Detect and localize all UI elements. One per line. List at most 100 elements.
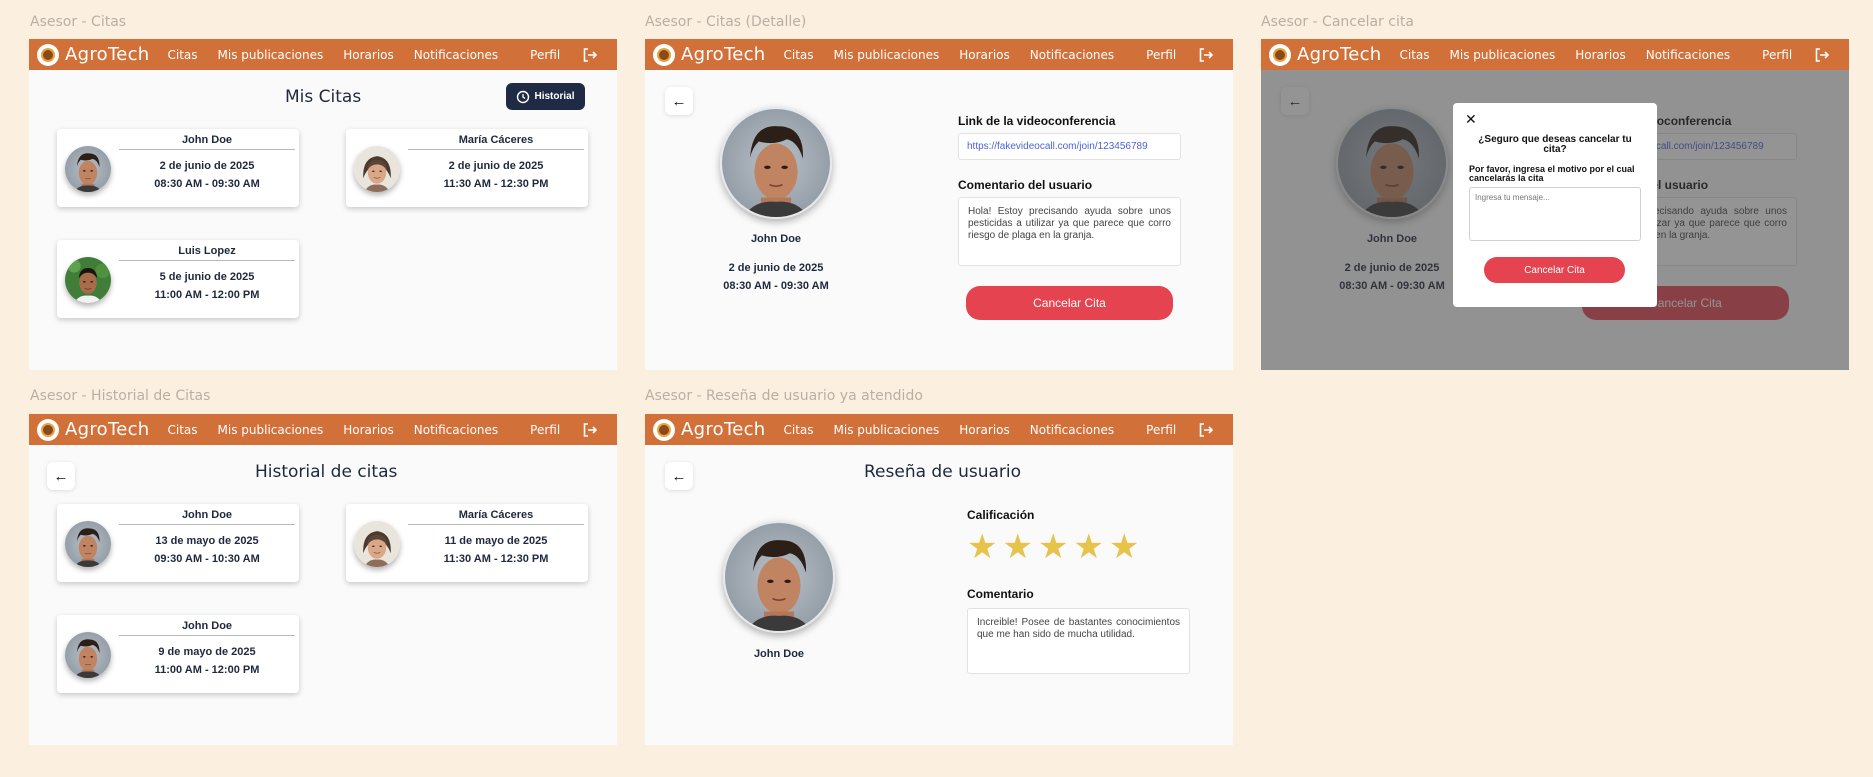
card-time: 11:00 AM - 12:00 PM	[154, 289, 260, 301]
avatar	[354, 146, 400, 192]
user-avatar	[720, 107, 832, 219]
cancel-modal: ✕ ¿Seguro que deseas cancelar tu cita? P…	[1453, 103, 1657, 307]
card-date: 9 de mayo de 2025	[158, 646, 256, 658]
star-icon: ★	[1108, 528, 1140, 566]
appointment-card[interactable]: John Doe 2 de junio de 2025 08:30 AM - 0…	[57, 129, 299, 207]
nav-mis-publicaciones[interactable]: Mis publicaciones	[218, 48, 324, 62]
nav-mis-publicaciones[interactable]: Mis publicaciones	[834, 48, 940, 62]
brand-name: AgroTech	[65, 419, 150, 440]
nav-mis-publicaciones[interactable]: Mis publicaciones	[834, 423, 940, 437]
nav-mis-publicaciones[interactable]: Mis publicaciones	[218, 423, 324, 437]
logout-icon[interactable]	[582, 47, 598, 63]
history-card[interactable]: John Doe 9 de mayo de 2025 11:00 AM - 12…	[57, 615, 299, 693]
nav-perfil[interactable]: Perfil	[530, 48, 560, 62]
nav-citas[interactable]: Citas	[167, 423, 197, 437]
videocall-link[interactable]: https://fakevideocall.com/join/123456789	[958, 133, 1181, 160]
nav-citas[interactable]: Citas	[783, 48, 813, 62]
close-icon[interactable]: ✕	[1465, 111, 1477, 128]
nav-horarios[interactable]: Horarios	[343, 423, 394, 437]
card-time: 09:30 AM - 10:30 AM	[154, 553, 260, 565]
card-date: 2 de junio de 2025	[159, 160, 255, 172]
nav-citas[interactable]: Citas	[783, 423, 813, 437]
frame-citas: AgroTech Citas Mis publicaciones Horario…	[29, 39, 617, 370]
card-name: John Doe	[119, 134, 295, 150]
nav-horarios[interactable]: Horarios	[959, 48, 1010, 62]
page-title: Mis Citas	[285, 87, 362, 107]
frame-label-cancelar: Asesor - Cancelar cita	[1261, 14, 1414, 30]
card-name: John Doe	[119, 509, 295, 525]
card-name: María Cáceres	[408, 509, 584, 525]
history-card[interactable]: John Doe 13 de mayo de 2025 09:30 AM - 1…	[57, 504, 299, 582]
logout-icon[interactable]	[1198, 422, 1214, 438]
reason-input[interactable]	[1469, 187, 1641, 241]
card-date: 5 de junio de 2025	[159, 271, 255, 283]
card-date: 2 de junio de 2025	[448, 160, 544, 172]
agrotech-logo[interactable]	[1269, 43, 1291, 66]
back-arrow-icon[interactable]: ←	[47, 462, 75, 490]
nav-perfil[interactable]: Perfil	[1762, 48, 1792, 62]
avatar	[354, 521, 400, 567]
appointment-card[interactable]: María Cáceres 2 de junio de 2025 11:30 A…	[346, 129, 588, 207]
nav-citas[interactable]: Citas	[1399, 48, 1429, 62]
nav-horarios[interactable]: Horarios	[343, 48, 394, 62]
nav-notificaciones[interactable]: Notificaciones	[1646, 48, 1730, 62]
frame-cancelar: AgroTech Citas Mis publicaciones Horario…	[1261, 39, 1849, 370]
page-title: Reseña de usuario	[864, 462, 1022, 482]
nav-notificaciones[interactable]: Notificaciones	[1030, 48, 1114, 62]
card-time: 08:30 AM - 09:30 AM	[154, 178, 260, 190]
nav-mis-publicaciones[interactable]: Mis publicaciones	[1450, 48, 1556, 62]
card-time: 11:30 AM - 12:30 PM	[443, 178, 549, 190]
cancel-appointment-button[interactable]: Cancelar Cita	[966, 286, 1173, 320]
nav-notificaciones[interactable]: Notificaciones	[414, 48, 498, 62]
history-card[interactable]: María Cáceres 11 de mayo de 2025 11:30 A…	[346, 504, 588, 582]
star-rating: ★ ★ ★ ★ ★	[967, 530, 1139, 564]
agrotech-logo[interactable]	[653, 43, 675, 66]
nav-citas[interactable]: Citas	[167, 48, 197, 62]
historial-button[interactable]: Historial	[506, 83, 585, 110]
nav-perfil[interactable]: Perfil	[1146, 48, 1176, 62]
user-avatar	[723, 521, 835, 633]
card-time: 11:30 AM - 12:30 PM	[443, 553, 549, 565]
nav-perfil[interactable]: Perfil	[1146, 423, 1176, 437]
avatar	[65, 257, 111, 303]
confirm-cancel-button[interactable]: Cancelar Cita	[1484, 257, 1625, 283]
navbar: AgroTech Citas Mis publicaciones Horario…	[645, 39, 1233, 70]
star-icon: ★	[1002, 528, 1033, 566]
brand-name: AgroTech	[1297, 44, 1382, 65]
user-name: John Doe	[750, 233, 802, 245]
nav-notificaciones[interactable]: Notificaciones	[1030, 423, 1114, 437]
navbar: AgroTech Citas Mis publicaciones Horario…	[645, 414, 1233, 445]
star-icon: ★	[1073, 528, 1104, 566]
nav-horarios[interactable]: Horarios	[959, 423, 1010, 437]
rating-label: Calificación	[967, 508, 1035, 522]
card-name: María Cáceres	[408, 134, 584, 150]
nav-horarios[interactable]: Horarios	[1575, 48, 1626, 62]
history-icon	[517, 90, 530, 103]
appointment-card[interactable]: Luis Lopez 5 de junio de 2025 11:00 AM -…	[57, 240, 299, 318]
agrotech-logo[interactable]	[653, 418, 675, 441]
back-arrow-icon[interactable]: ←	[665, 87, 693, 115]
back-arrow-icon[interactable]: ←	[665, 462, 693, 490]
frame-label-historial: Asesor - Historial de Citas	[30, 388, 211, 404]
brand-name: AgroTech	[681, 419, 766, 440]
user-name: John Doe	[753, 648, 805, 660]
avatar	[65, 632, 111, 678]
star-icon: ★	[967, 528, 998, 566]
card-name: John Doe	[119, 620, 295, 636]
star-icon: ★	[1037, 528, 1069, 566]
agrotech-logo[interactable]	[37, 43, 59, 66]
avatar	[65, 146, 111, 192]
comment-label: Comentario	[967, 587, 1034, 601]
navbar: AgroTech Citas Mis publicaciones Horario…	[1261, 39, 1849, 70]
logout-icon[interactable]	[582, 422, 598, 438]
appointment-date: 2 de junio de 2025	[728, 262, 824, 274]
review-comment: Increible! Posee de bastantes conocimien…	[967, 608, 1190, 674]
nav-notificaciones[interactable]: Notificaciones	[414, 423, 498, 437]
navbar: AgroTech Citas Mis publicaciones Horario…	[29, 414, 617, 445]
logout-icon[interactable]	[1814, 47, 1830, 63]
agrotech-logo[interactable]	[37, 418, 59, 441]
brand-name: AgroTech	[65, 44, 150, 65]
nav-perfil[interactable]: Perfil	[530, 423, 560, 437]
logout-icon[interactable]	[1198, 47, 1214, 63]
appointment-time: 08:30 AM - 09:30 AM	[723, 280, 829, 292]
